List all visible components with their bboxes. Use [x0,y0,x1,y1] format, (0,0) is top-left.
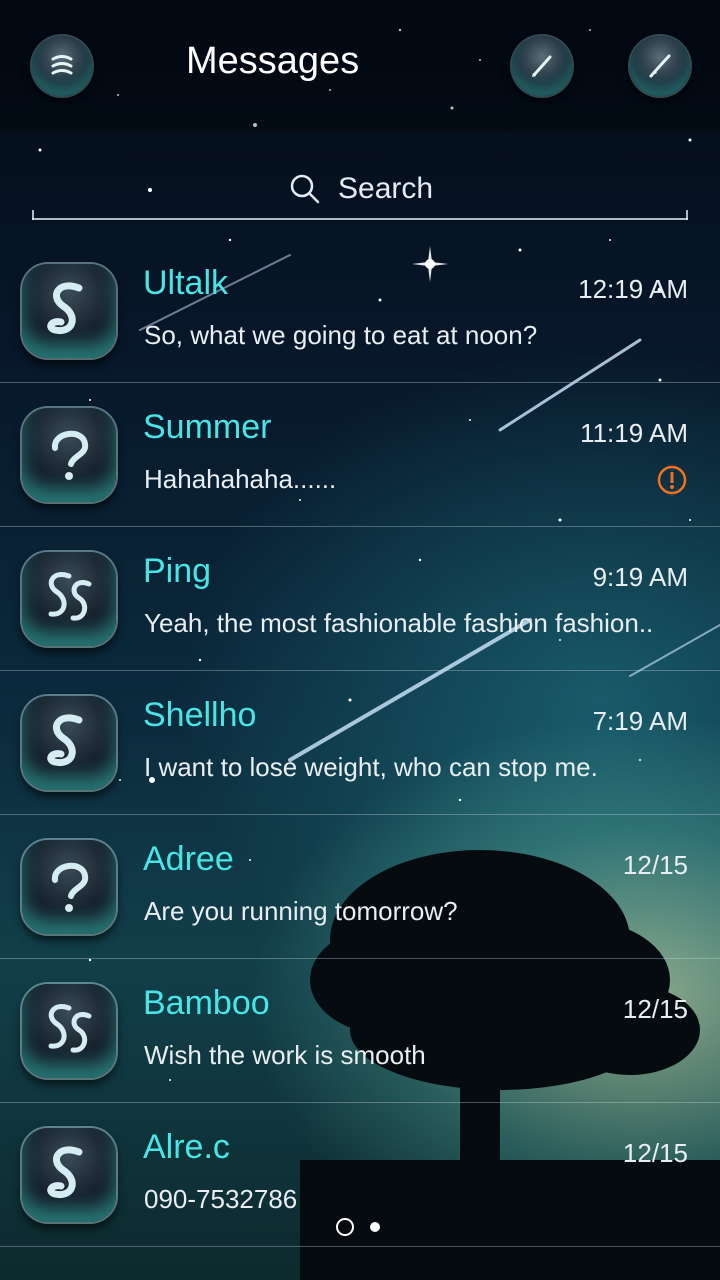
contact-name: Shellho [143,696,257,734]
avatar[interactable] [22,1128,116,1222]
contact-name: Summer [143,408,272,446]
menu-button[interactable] [32,36,92,96]
send-failed-alert-icon[interactable] [656,464,688,496]
avatar[interactable] [22,408,116,502]
menu-icon [51,55,73,75]
message-preview: 090-7532786 [144,1184,298,1214]
message-preview: Wish the work is smooth [144,1040,426,1070]
message-time: 7:19 AM [592,706,688,736]
compose-icon [532,55,552,77]
search-placeholder: Search [338,172,434,205]
group-contact-icon [48,572,92,621]
search-bar[interactable]: Search [32,160,688,220]
page-title: Messages [186,40,360,82]
message-time: 12:19 AM [578,274,688,304]
unknown-contact-icon [52,431,89,480]
conversation-row[interactable]: Shellho 7:19 AM I want to lose weight, w… [0,670,720,815]
message-preview: Are you running tomorrow? [144,896,458,926]
avatar[interactable] [22,696,116,790]
message-time: 11:19 AM [580,418,688,448]
contact-s-icon [47,282,83,335]
contact-name: Ultalk [143,264,229,302]
search-icon [288,172,322,206]
group-contact-icon [48,1004,92,1053]
avatar[interactable] [22,840,116,934]
message-preview: So, what we going to eat at noon? [144,320,538,350]
page-indicator [336,1218,380,1236]
avatar[interactable] [22,552,116,646]
contact-s-icon [47,714,83,767]
edit-button[interactable] [630,36,690,96]
page-dot-1[interactable] [336,1218,354,1236]
message-preview: Hahahahaha...... [144,464,337,494]
unknown-contact-icon [52,863,89,912]
message-preview: I want to lose weight, who can stop me. [144,752,598,782]
page-dot-2-active[interactable] [370,1222,380,1232]
conversation-row[interactable]: Adree 12/15 Are you running tomorrow? [0,814,720,959]
edit-icon [649,54,671,78]
contact-s-icon [47,1146,83,1199]
conversation-row[interactable]: Summer 11:19 AM Hahahahaha...... [0,382,720,527]
conversation-row[interactable]: Ping 9:19 AM Yeah, the most fashionable … [0,526,720,671]
contact-name: Ping [143,552,212,590]
message-time: 12/15 [622,850,688,880]
conversation-row[interactable]: Bamboo 12/15 Wish the work is smooth [0,958,720,1103]
message-time: 12/15 [622,994,688,1024]
message-time: 12/15 [622,1138,688,1168]
compose-button[interactable] [512,36,572,96]
message-time: 9:19 AM [592,562,688,592]
contact-name: Alre.c [143,1128,230,1166]
contact-name: Bamboo [143,984,270,1022]
avatar[interactable] [22,984,116,1078]
conversation-row[interactable]: Ultalk 12:19 AM So, what we going to eat… [0,238,720,383]
avatar[interactable] [22,264,116,358]
top-bar [0,0,720,132]
contact-name: Adree [143,840,234,878]
message-preview: Yeah, the most fashionable fashion fashi… [144,608,654,638]
